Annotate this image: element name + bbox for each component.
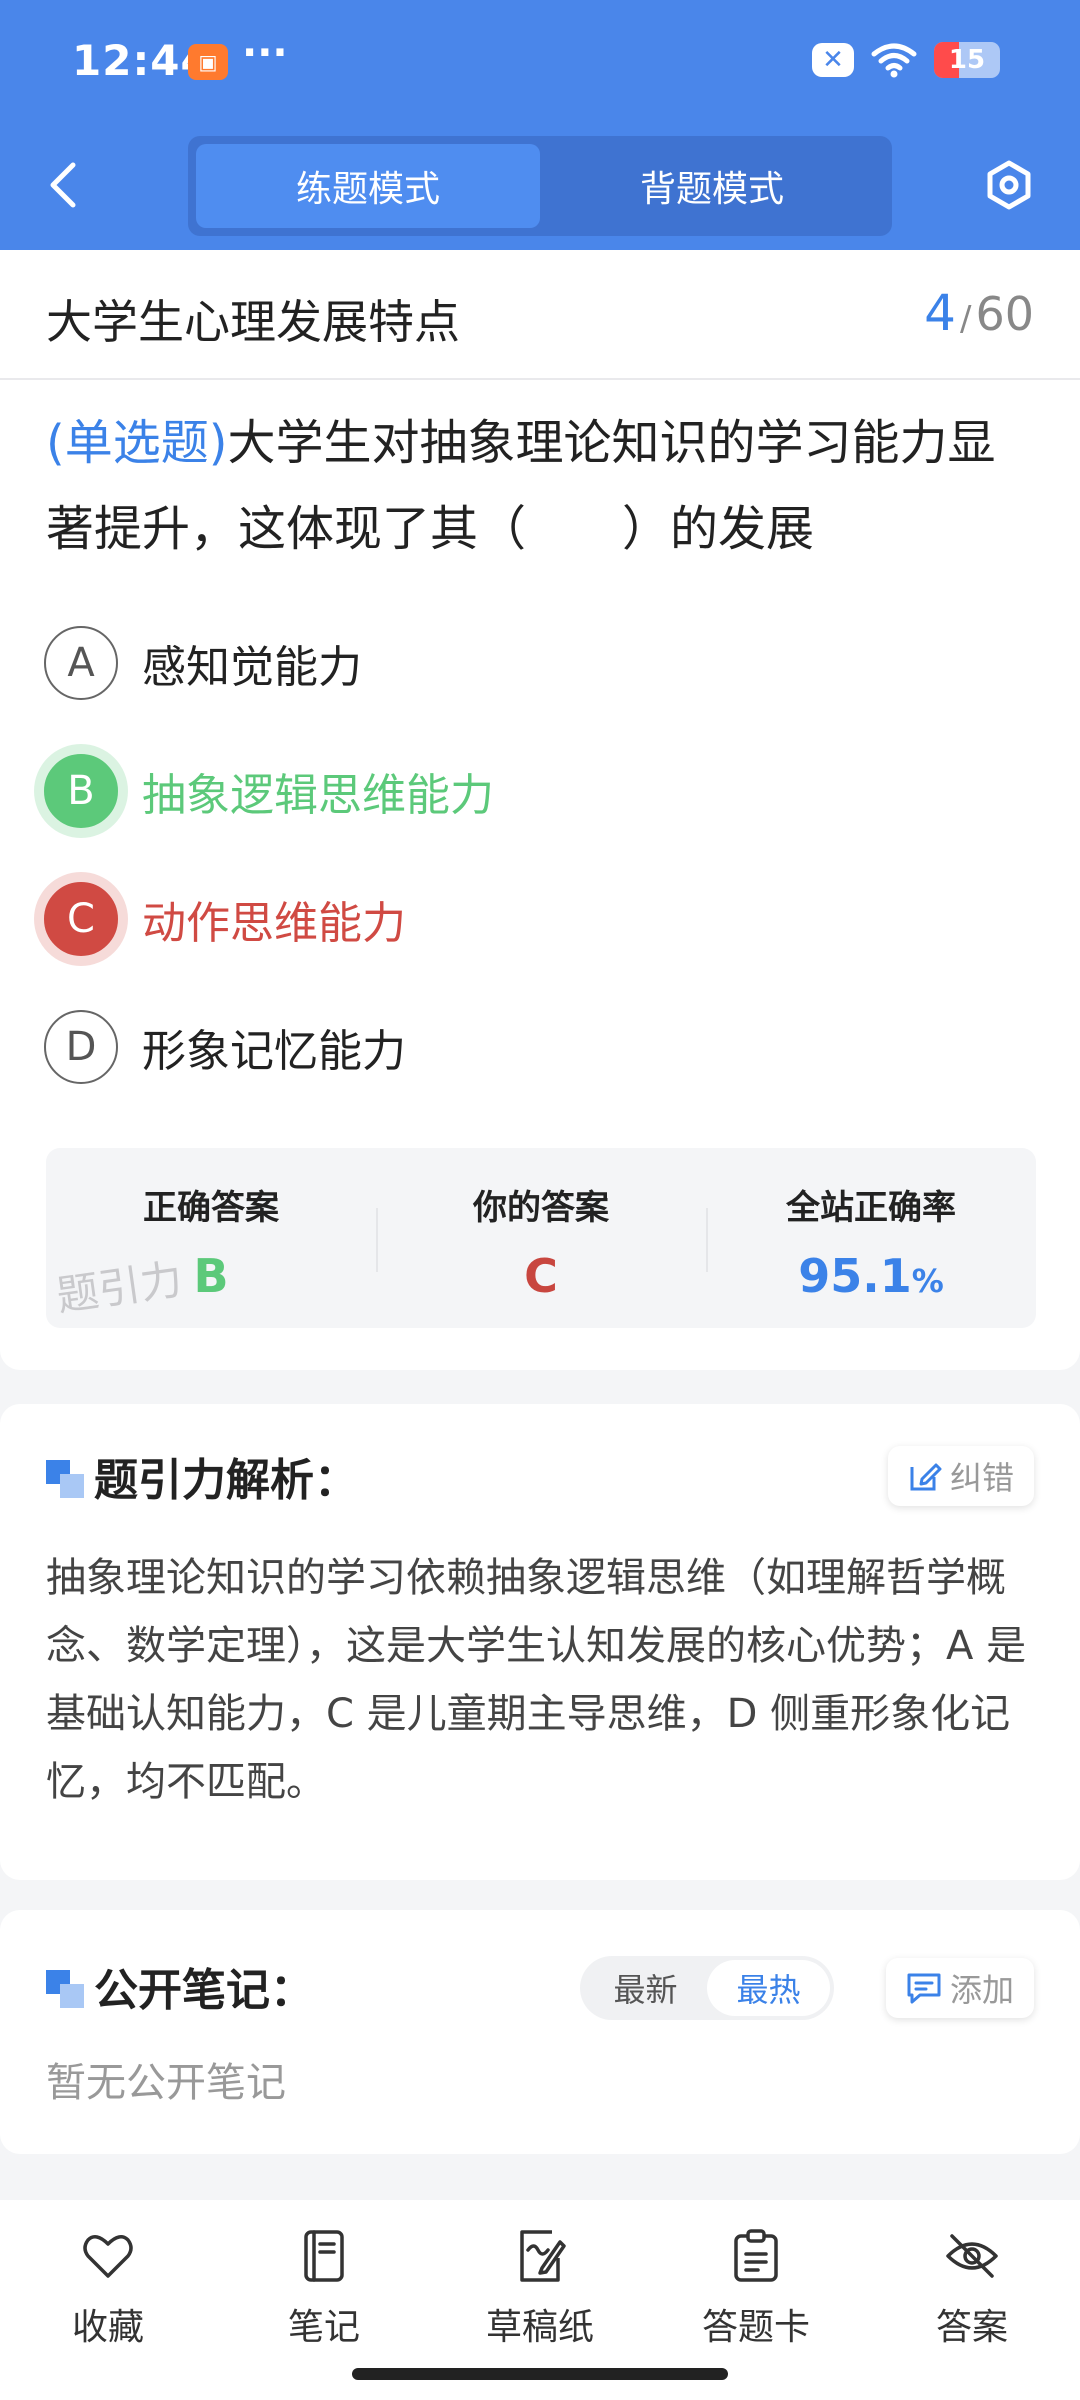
settings-button[interactable] (974, 150, 1044, 220)
close-box-icon: ✕ (812, 43, 854, 77)
app-notification-icon: ▣ (188, 44, 228, 80)
draft-paper-button[interactable]: 草稿纸 (440, 2228, 640, 2350)
comment-icon (907, 1973, 941, 2004)
total-questions: 60 (975, 287, 1034, 341)
tab-practice-mode[interactable]: 练题模式 (196, 144, 540, 228)
home-indicator[interactable] (352, 2368, 728, 2380)
add-note-label: 添加 (949, 1971, 1014, 2009)
your-answer-label: 你的答案 (473, 1188, 609, 1228)
answer-sheet-button[interactable]: 答题卡 (656, 2228, 856, 2350)
section-marker-icon (46, 1460, 86, 1500)
report-error-label: 纠错 (949, 1459, 1014, 1497)
topic-title: 大学生心理发展特点 (46, 295, 460, 349)
topic-row: 大学生心理发展特点 4/60 (0, 250, 1080, 380)
public-notes-card: 公开笔记： 最新 最热 添加 暂无公开笔记 (0, 1910, 1080, 2154)
show-answer-button[interactable]: 答案 (872, 2228, 1072, 2350)
watermark: 题引力 (53, 1254, 186, 1321)
your-answer-value: C (524, 1249, 558, 1303)
chevron-left-icon (50, 162, 76, 208)
analysis-title: 题引力解析： (94, 1455, 358, 1506)
wifi-icon (870, 42, 918, 78)
report-error-button[interactable]: 纠错 (887, 1446, 1034, 1506)
analysis-card: 题引力解析： 纠错 抽象理论知识的学习依赖抽象逻辑思维（如理解哲学概念、数学定理… (0, 1404, 1080, 1880)
correct-answer-col: 正确答案 B 题引力 (46, 1148, 376, 1328)
tab-memorize-mode[interactable]: 背题模式 (540, 144, 884, 228)
notebook-icon (304, 2230, 344, 2282)
battery-icon: 15 (934, 42, 1000, 78)
notes-sort-toggle: 最新 最热 (580, 1956, 834, 2020)
question-progress: 4/60 (924, 284, 1034, 342)
question-card: 大学生心理发展特点 4/60 (单选题)大学生对抽象理论知识的学习能力显著提升，… (0, 250, 1080, 1370)
option-a[interactable]: A 感知觉能力 (36, 618, 1036, 708)
add-note-button[interactable]: 添加 (885, 1958, 1034, 2018)
site-accuracy-label: 全站正确率 (786, 1188, 956, 1228)
question-stem: (单选题)大学生对抽象理论知识的学习能力显著提升，这体现了其（ ）的发展 (46, 400, 1036, 572)
status-bar: 12:44 ▣ ··· ✕ 15 (0, 0, 1080, 120)
battery-level: 15 (948, 45, 986, 75)
option-label: 形象记忆能力 (142, 1026, 406, 1077)
current-question-number: 4 (924, 284, 956, 342)
sort-newest[interactable]: 最新 (584, 1960, 707, 2016)
option-letter: C (44, 882, 118, 956)
gear-icon (987, 160, 1031, 210)
accuracy-unit: % (911, 1262, 944, 1300)
notes-button[interactable]: 笔记 (224, 2228, 424, 2350)
edit-icon (910, 1463, 942, 1491)
site-accuracy-col: 全站正确率 95.1% (706, 1148, 1036, 1328)
progress-separator: / (959, 299, 972, 339)
show-answer-label: 答案 (935, 2307, 1008, 2348)
question-type: (单选题) (46, 415, 228, 471)
empty-notes-text: 暂无公开笔记 (46, 2060, 286, 2106)
correct-answer-value: B (193, 1249, 229, 1303)
more-notifications-icon: ··· (242, 30, 288, 76)
option-letter: A (44, 626, 118, 700)
option-letter: B (44, 754, 118, 828)
option-d[interactable]: D 形象记忆能力 (36, 1002, 1036, 1092)
accuracy-number: 95.1 (798, 1249, 912, 1303)
heart-icon (83, 2235, 133, 2278)
status-right: ✕ 15 (812, 42, 1000, 78)
back-button[interactable] (38, 150, 88, 220)
option-label: 动作思维能力 (142, 898, 406, 949)
section-marker-icon (46, 1970, 86, 2010)
site-accuracy-value: 95.1% (798, 1249, 944, 1303)
notes-title: 公开笔记： (94, 1965, 314, 2016)
favorite-button[interactable]: 收藏 (8, 2228, 208, 2350)
option-letter: D (44, 1010, 118, 1084)
clipboard-icon (734, 2229, 778, 2282)
app-header: 12:44 ▣ ··· ✕ 15 练题模式 背题模式 (0, 0, 1080, 250)
answer-sheet-label: 答题卡 (701, 2307, 810, 2348)
your-answer-col: 你的答案 C (376, 1148, 706, 1328)
notes-label: 笔记 (287, 2307, 360, 2348)
analysis-text: 抽象理论知识的学习依赖抽象逻辑思维（如理解哲学概念、数学定理），这是大学生认知发… (46, 1555, 1027, 1805)
favorite-label: 收藏 (71, 2307, 144, 2348)
answer-summary: 正确答案 B 题引力 你的答案 C 全站正确率 95.1% (46, 1148, 1036, 1328)
option-b[interactable]: B 抽象逻辑思维能力 (36, 746, 1036, 836)
draft-icon (520, 2230, 566, 2282)
sort-hottest[interactable]: 最热 (707, 1960, 830, 2016)
eye-off-icon (946, 2234, 998, 2278)
draft-paper-label: 草稿纸 (485, 2307, 594, 2348)
mode-switch: 练题模式 背题模式 (188, 136, 892, 236)
option-label: 感知觉能力 (142, 642, 362, 693)
option-c[interactable]: C 动作思维能力 (36, 874, 1036, 964)
correct-answer-label: 正确答案 (143, 1188, 279, 1228)
option-label: 抽象逻辑思维能力 (142, 770, 494, 821)
